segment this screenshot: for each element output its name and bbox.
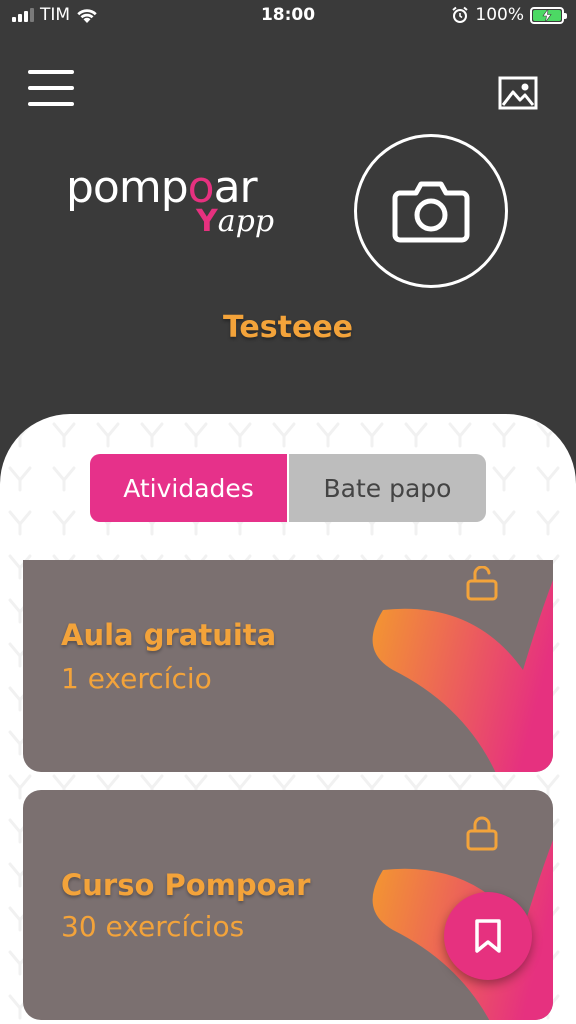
- logo-app: app: [217, 204, 275, 239]
- logo-y: Y: [196, 204, 218, 239]
- unlocked-icon: [466, 566, 498, 601]
- menu-icon-bar: [28, 102, 74, 106]
- logo-subtitle: Yapp: [196, 204, 274, 239]
- username: Testeee: [222, 310, 354, 345]
- logo-part: pomp: [66, 162, 189, 213]
- profile-photo-button[interactable]: [354, 134, 508, 288]
- brand-y-shape: [372, 580, 553, 772]
- card-subtitle: 30 exercícios: [61, 910, 245, 943]
- bookmark-fab[interactable]: [444, 892, 532, 980]
- status-right: 100%: [451, 5, 567, 25]
- gallery-button[interactable]: [498, 76, 538, 110]
- activity-card[interactable]: Aula gratuita 1 exercício: [23, 560, 553, 772]
- card-title: Aula gratuita: [61, 618, 277, 652]
- card-title: Curso Pompoar: [61, 868, 311, 902]
- alarm-icon: [452, 6, 469, 23]
- battery-percent: 100%: [475, 5, 524, 25]
- menu-icon: [28, 70, 74, 74]
- camera-icon: [392, 181, 470, 243]
- bookmark-icon: [475, 919, 501, 953]
- segmented-tabs: Atividades Bate papo: [90, 454, 486, 522]
- status-bar: TIM 18:00 100%: [0, 0, 576, 32]
- locked-icon: [466, 816, 498, 851]
- card-subtitle: 1 exercício: [61, 662, 212, 695]
- battery-icon: [530, 6, 567, 24]
- tab-bate-papo[interactable]: Bate papo: [287, 454, 486, 522]
- app-logo: pompoar Yapp: [66, 162, 306, 262]
- tab-atividades[interactable]: Atividades: [90, 454, 287, 522]
- menu-icon-bar: [28, 86, 74, 90]
- menu-button[interactable]: [28, 70, 74, 108]
- image-icon: [498, 76, 538, 110]
